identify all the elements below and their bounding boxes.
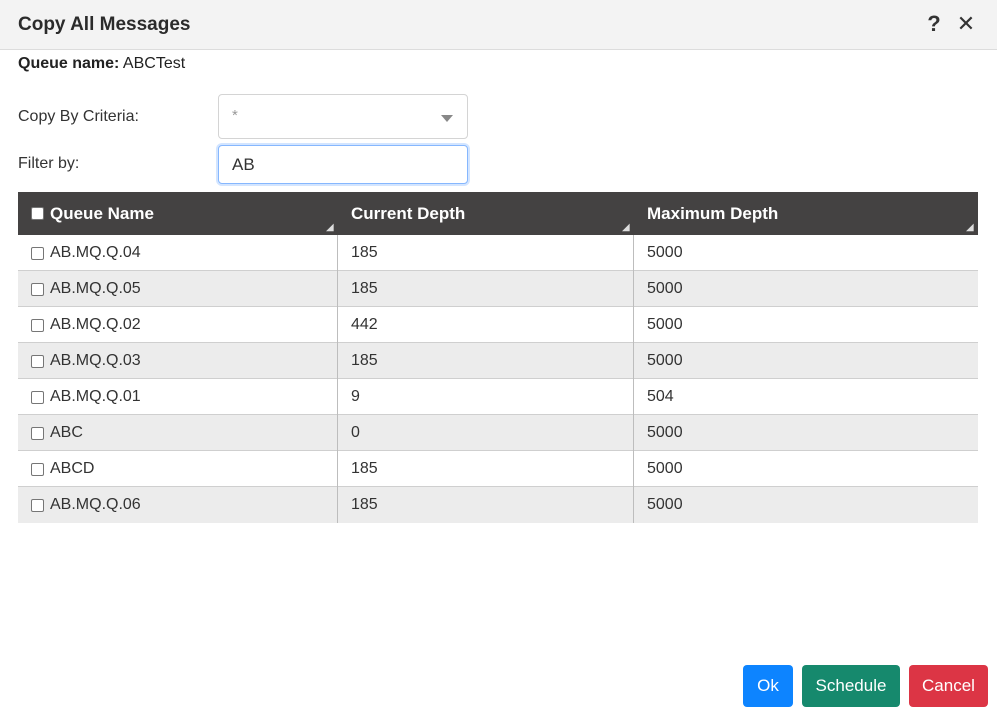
- table-row[interactable]: ABC 0 5000: [18, 415, 978, 451]
- queue-name-label: Queue name:: [18, 55, 120, 72]
- queue-name-text: AB.MQ.Q.03: [50, 352, 141, 369]
- resize-handle-icon[interactable]: ◢: [966, 223, 976, 233]
- column-header-queue-name[interactable]: Queue Name ◢: [18, 192, 338, 235]
- select-all-checkbox[interactable]: [31, 207, 44, 220]
- row-checkbox[interactable]: [31, 282, 44, 296]
- queue-name-cell: AB.MQ.Q.03: [18, 343, 338, 379]
- close-icon[interactable]: ✕: [956, 12, 976, 36]
- chevron-down-icon: [441, 115, 453, 122]
- current-depth-cell: 185: [338, 451, 634, 487]
- row-checkbox[interactable]: [31, 498, 44, 512]
- queue-name-text: ABC: [50, 424, 83, 441]
- maximum-depth-cell: 5000: [647, 316, 683, 333]
- table-row[interactable]: ABCD 185 5000: [18, 451, 978, 487]
- queue-name-text: AB.MQ.Q.02: [50, 316, 141, 333]
- maximum-depth-cell: 5000: [647, 496, 683, 513]
- row-checkbox[interactable]: [31, 462, 44, 476]
- maximum-depth-cell: 5000: [647, 280, 683, 297]
- queue-name-text: AB.MQ.Q.01: [50, 388, 141, 405]
- criteria-label: Copy By Criteria:: [18, 108, 139, 125]
- current-depth-cell: 0: [338, 415, 634, 451]
- column-header-current-depth[interactable]: Current Depth ◢: [338, 192, 634, 235]
- row-checkbox[interactable]: [31, 426, 44, 440]
- resize-handle-icon[interactable]: ◢: [326, 223, 336, 233]
- queue-name-cell: AB.MQ.Q.02: [18, 307, 338, 343]
- copy-messages-dialog: Copy All Messages ? ✕ Queue name: ABCTes…: [0, 0, 997, 715]
- queue-table: Queue Name ◢ Current Depth ◢ Maximum Dep…: [18, 192, 978, 523]
- criteria-select[interactable]: *: [218, 94, 468, 139]
- maximum-depth-cell: 5000: [647, 424, 683, 441]
- cancel-button[interactable]: Cancel: [909, 665, 988, 707]
- queue-name-text: AB.MQ.Q.06: [50, 496, 141, 513]
- row-checkbox[interactable]: [31, 246, 44, 260]
- ok-button[interactable]: Ok: [743, 665, 793, 707]
- queue-name-cell: AB.MQ.Q.01: [18, 379, 338, 415]
- row-checkbox[interactable]: [31, 354, 44, 368]
- queue-name-cell: AB.MQ.Q.04: [18, 235, 338, 271]
- queue-name-text: AB.MQ.Q.05: [50, 280, 141, 297]
- maximum-depth-cell: 5000: [647, 460, 683, 477]
- criteria-select-value: *: [232, 107, 238, 124]
- current-depth-cell: 442: [338, 307, 634, 343]
- dialog-header: Copy All Messages ? ✕: [0, 0, 997, 50]
- schedule-button[interactable]: Schedule: [802, 665, 900, 707]
- queue-name-cell: ABCD: [18, 451, 338, 487]
- column-header-label: Maximum Depth: [647, 203, 779, 223]
- table-row[interactable]: AB.MQ.Q.03 185 5000: [18, 343, 978, 379]
- queue-name-cell: ABC: [18, 415, 338, 451]
- current-depth-cell: 185: [338, 487, 634, 523]
- table-row[interactable]: AB.MQ.Q.06 185 5000: [18, 487, 978, 523]
- resize-handle-icon[interactable]: ◢: [622, 223, 632, 233]
- table-row[interactable]: AB.MQ.Q.05 185 5000: [18, 271, 978, 307]
- row-checkbox[interactable]: [31, 318, 44, 332]
- table-row[interactable]: AB.MQ.Q.04 185 5000: [18, 235, 978, 271]
- current-depth-cell: 9: [338, 379, 634, 415]
- queue-name-cell: AB.MQ.Q.05: [18, 271, 338, 307]
- row-checkbox[interactable]: [31, 390, 44, 404]
- table-row[interactable]: AB.MQ.Q.01 9 504: [18, 379, 978, 415]
- column-header-maximum-depth[interactable]: Maximum Depth ◢: [634, 192, 978, 235]
- filter-label: Filter by:: [18, 155, 80, 172]
- table-header: Queue Name ◢ Current Depth ◢ Maximum Dep…: [18, 192, 978, 235]
- maximum-depth-cell: 504: [647, 388, 674, 405]
- help-icon[interactable]: ?: [924, 12, 944, 36]
- maximum-depth-cell: 5000: [647, 244, 683, 261]
- queue-name-cell: AB.MQ.Q.06: [18, 487, 338, 523]
- queue-name-row: Queue name: ABCTest: [18, 55, 185, 73]
- maximum-depth-cell: 5000: [647, 352, 683, 369]
- dialog-title: Copy All Messages: [18, 14, 191, 35]
- queue-name-text: AB.MQ.Q.04: [50, 244, 141, 261]
- column-header-label: Queue Name: [50, 203, 154, 223]
- current-depth-cell: 185: [338, 271, 634, 307]
- current-depth-cell: 185: [338, 235, 634, 271]
- queue-name-text: ABCD: [50, 460, 95, 477]
- column-header-label: Current Depth: [351, 203, 466, 223]
- filter-input[interactable]: [218, 145, 468, 184]
- queue-name-value: ABCTest: [122, 55, 186, 72]
- table-row[interactable]: AB.MQ.Q.02 442 5000: [18, 307, 978, 343]
- current-depth-cell: 185: [338, 343, 634, 379]
